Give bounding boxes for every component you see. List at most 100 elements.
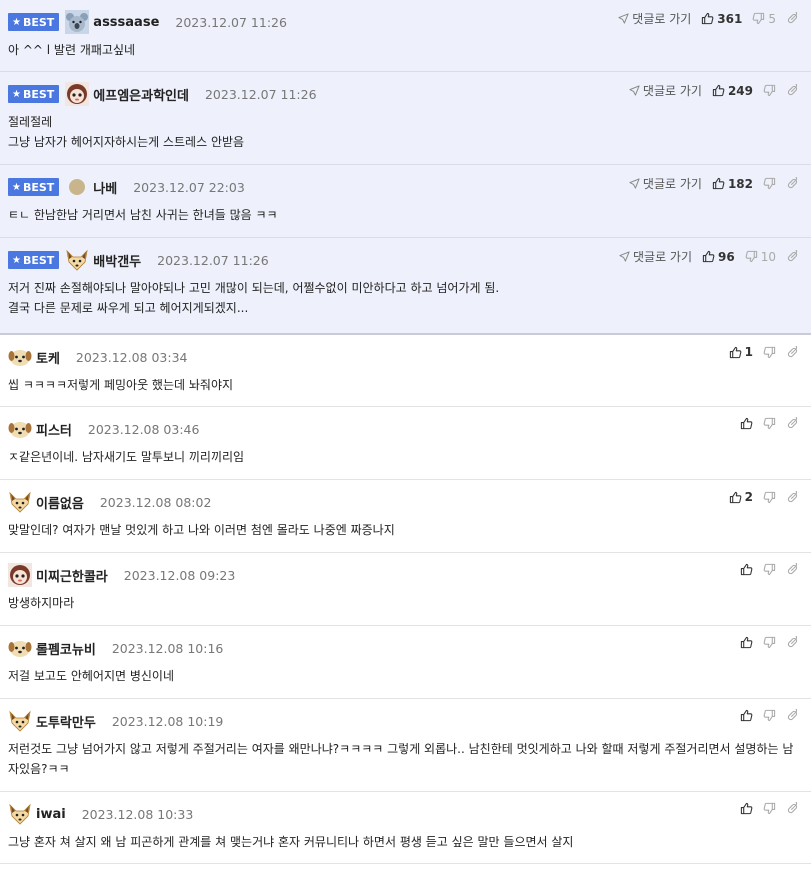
puppy-avatar[interactable] xyxy=(8,636,32,660)
downvote-button[interactable] xyxy=(763,491,776,504)
downvote-button[interactable] xyxy=(763,84,776,97)
share-link-button[interactable] xyxy=(786,250,799,263)
thumbs-up-icon xyxy=(740,563,753,576)
nickname[interactable]: asssaase xyxy=(93,15,159,30)
comment-body: ㅈ같은년이네. 남자새기도 말투보니 끼리끼리임 xyxy=(8,447,801,467)
share-link-button[interactable] xyxy=(786,709,799,722)
thumbs-up-icon xyxy=(712,177,725,190)
best-badge: ★ BEST xyxy=(8,251,60,269)
comment-text-line: 절레절레 xyxy=(8,115,53,129)
upvote-count: 361 xyxy=(717,11,743,26)
upvote-button[interactable] xyxy=(740,636,753,649)
comment-text-line: 씹 ㅋㅋㅋㅋ저렇게 페밍아웃 했는데 놔줘야지 xyxy=(8,378,234,392)
upvote-button[interactable] xyxy=(740,709,753,722)
go-to-reply-link[interactable]: 댓글로 가기 xyxy=(629,82,702,99)
share-link-button[interactable] xyxy=(786,84,799,97)
comment-date: 2023.12.08 03:34 xyxy=(75,349,188,365)
nickname[interactable]: 나베 xyxy=(93,178,117,197)
nickname[interactable]: 도투락만두 xyxy=(36,712,96,731)
thumbs-down-icon xyxy=(763,177,776,190)
upvote-button[interactable] xyxy=(740,802,753,815)
comment-body: 저런것도 그냥 넘어가지 않고 저렇게 주절거리는 여자를 왜만나냐?ㅋㅋㅋㅋ … xyxy=(8,739,801,779)
nickname[interactable]: 토케 xyxy=(36,348,60,367)
comment-date: 2023.12.08 09:23 xyxy=(123,567,236,583)
share-link-button[interactable] xyxy=(786,417,799,430)
share-link-button[interactable] xyxy=(786,177,799,190)
upvote-button[interactable]: 2 xyxy=(729,490,753,504)
puppy-avatar[interactable] xyxy=(8,417,32,441)
go-to-reply-link[interactable]: 댓글로 가기 xyxy=(618,10,691,27)
downvote-button[interactable] xyxy=(763,177,776,190)
thumbs-down-icon xyxy=(763,636,776,649)
thumbs-down-icon xyxy=(763,563,776,576)
upvote-button[interactable]: 96 xyxy=(702,250,735,264)
comment-header: 롤펨코뉴비 2023.12.08 10:16 xyxy=(8,635,223,661)
upvote-button[interactable]: 182 xyxy=(712,177,753,191)
circle-avatar[interactable] xyxy=(65,175,89,199)
best-label: BEST xyxy=(22,87,55,101)
thumbs-up-icon xyxy=(740,636,753,649)
comment-header: 토케 2023.12.08 03:34 xyxy=(8,344,188,370)
comment-date: 2023.12.08 10:33 xyxy=(81,806,194,822)
comment-item: 도투락만두 2023.12.08 10:19 저런것도 그냥 넘어가지 않고 저… xyxy=(0,699,811,792)
share-link-button[interactable] xyxy=(786,12,799,25)
share-link-button[interactable] xyxy=(786,490,799,504)
nickname[interactable]: 이름없음 xyxy=(36,493,84,512)
comment-date: 2023.12.08 10:16 xyxy=(111,640,224,656)
doll-avatar[interactable] xyxy=(65,82,90,106)
nickname[interactable]: 미찌근한콜라 xyxy=(36,566,108,585)
best-label: BEST xyxy=(22,253,55,267)
share-link-button[interactable] xyxy=(786,345,799,359)
upvote-button[interactable]: 1 xyxy=(729,345,753,359)
star-icon: ★ xyxy=(12,88,21,100)
comment-actions xyxy=(730,563,799,576)
share-link-button[interactable] xyxy=(786,636,799,649)
link-icon xyxy=(787,345,798,357)
koala-avatar[interactable] xyxy=(65,10,90,34)
comment-actions xyxy=(730,417,799,430)
upvote-button[interactable] xyxy=(740,417,753,430)
thumbs-up-icon xyxy=(740,709,753,722)
doll-avatar[interactable] xyxy=(8,563,32,587)
downvote-button[interactable]: 5 xyxy=(752,12,776,26)
star-icon: ★ xyxy=(12,254,21,266)
comment-item: ★ BEST 배박갠두 2023.12.07 11:26 저거 진짜 손절해야되나… xyxy=(0,238,811,335)
thumbs-up-icon xyxy=(702,250,715,263)
comment-text-line: 결국 다른 문제로 싸우게 되고 헤어지게되겠지... xyxy=(8,301,249,315)
comment-text-line: 아 ^^ l 발련 개패고싶네 xyxy=(8,43,136,57)
downvote-button[interactable] xyxy=(763,709,776,722)
nickname[interactable]: 에프엠은과학인데 xyxy=(93,85,189,104)
comment-actions xyxy=(730,802,799,815)
downvote-count: 5 xyxy=(768,11,776,26)
fox-avatar[interactable] xyxy=(8,802,32,826)
nickname[interactable]: 배박갠두 xyxy=(93,251,141,270)
thumbs-up-icon xyxy=(702,12,714,25)
go-to-reply-label: 댓글로 가기 xyxy=(642,84,702,98)
downvote-button[interactable] xyxy=(763,802,776,815)
puppy-avatar[interactable] xyxy=(8,345,32,369)
go-to-reply-label: 댓글로 가기 xyxy=(632,12,692,26)
fox-avatar[interactable] xyxy=(8,709,32,733)
comment-header: 이름없음 2023.12.08 08:02 xyxy=(8,489,211,515)
go-to-reply-link[interactable]: 댓글로 가기 xyxy=(619,248,692,265)
downvote-button[interactable] xyxy=(763,417,776,430)
share-link-button[interactable] xyxy=(786,563,799,576)
nickname[interactable]: 롤펨코뉴비 xyxy=(36,639,96,658)
comment-date: 2023.12.08 08:02 xyxy=(99,494,212,510)
downvote-button[interactable]: 10 xyxy=(745,250,776,264)
share-link-button[interactable] xyxy=(786,802,799,815)
best-badge: ★ BEST xyxy=(8,13,60,31)
nickname[interactable]: iwai xyxy=(36,807,66,822)
upvote-button[interactable] xyxy=(740,563,753,576)
nickname[interactable]: 피스터 xyxy=(36,420,72,439)
fox-avatar[interactable] xyxy=(8,490,32,514)
upvote-button[interactable]: 361 xyxy=(701,12,742,26)
upvote-button[interactable]: 249 xyxy=(712,84,753,98)
downvote-button[interactable] xyxy=(763,563,776,576)
downvote-button[interactable] xyxy=(763,636,776,649)
go-to-reply-link[interactable]: 댓글로 가기 xyxy=(629,175,702,192)
fox-avatar[interactable] xyxy=(65,248,89,272)
comment-list: ★ BEST asssaase 2023.12.07 11:26 아 ^^ l 발… xyxy=(0,0,811,864)
downvote-button[interactable] xyxy=(763,346,776,359)
comment-item: 이름없음 2023.12.08 08:02 맞말인데? 여자가 맨날 멋있게 하… xyxy=(0,480,811,553)
